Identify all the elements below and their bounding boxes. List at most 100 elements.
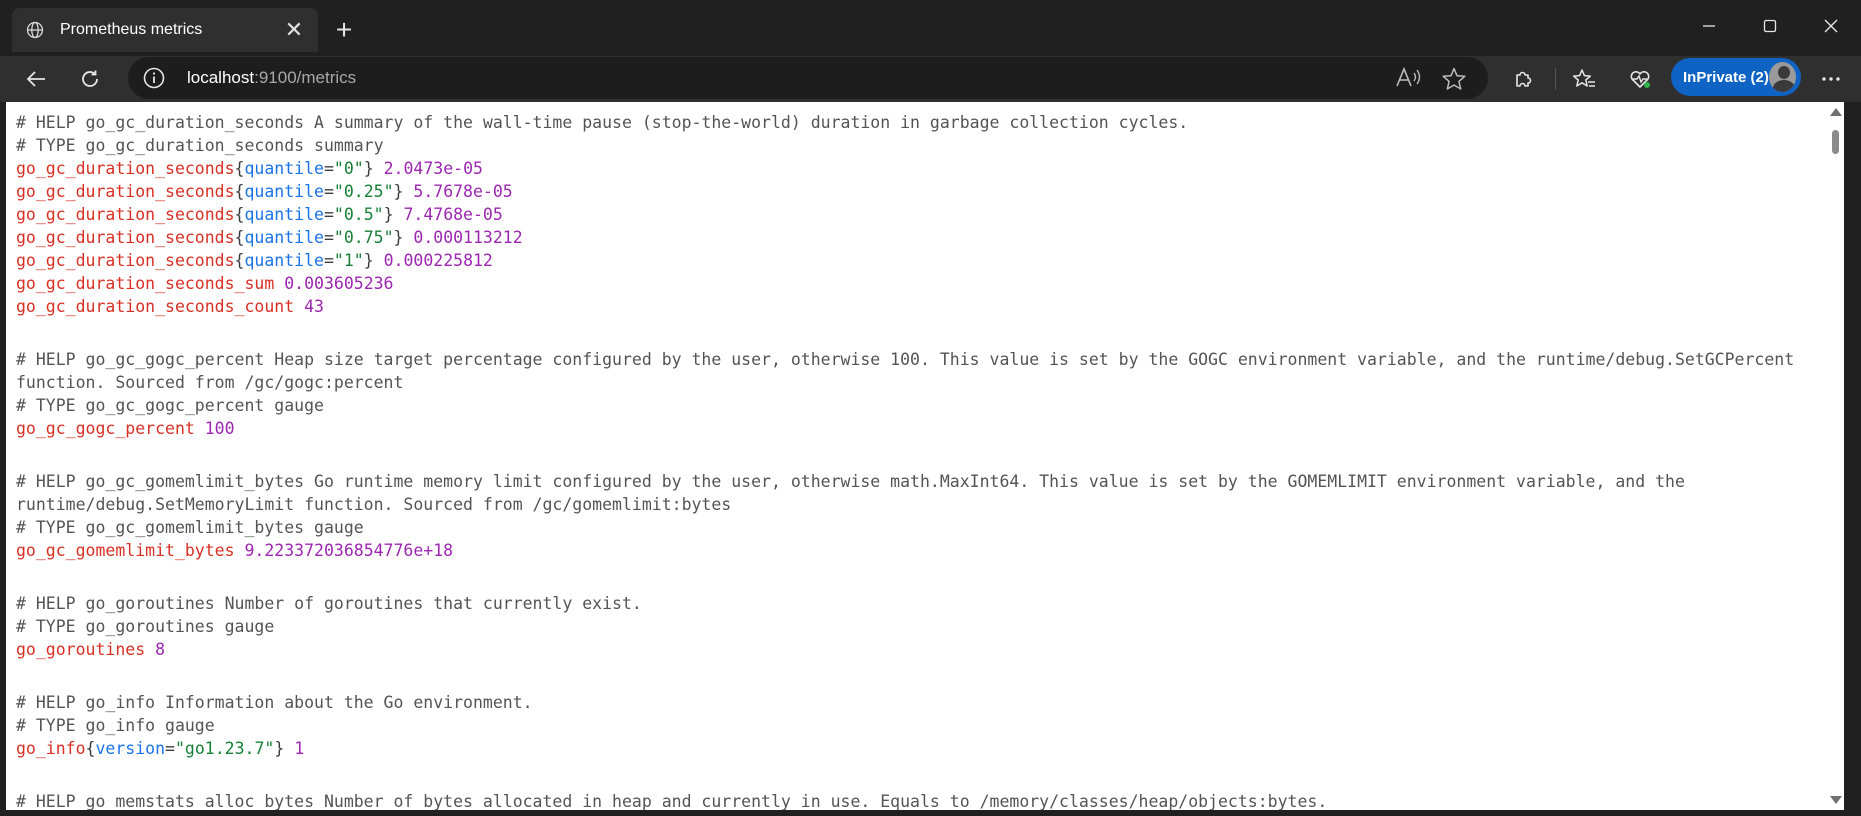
browser-toolbar: localhost:9100/metrics InPrivate (2) bbox=[0, 56, 1861, 102]
type-line: # TYPE go_info gauge bbox=[16, 716, 215, 735]
tab-title: Prometheus metrics bbox=[60, 21, 203, 38]
favorite-star-icon[interactable] bbox=[1441, 66, 1467, 92]
scrollbar-thumb[interactable] bbox=[1832, 130, 1839, 154]
metric-value: 8 bbox=[155, 640, 166, 659]
metric-value: 7.4768e-05 bbox=[403, 205, 503, 224]
refresh-icon bbox=[82, 70, 98, 87]
metric-name: go_gc_gomemlimit_bytes bbox=[16, 541, 235, 560]
label-value: "0.5" bbox=[333, 205, 384, 224]
metric-line: go_gc_gomemlimit_bytes 9.223372036854776… bbox=[16, 539, 1821, 562]
label-key: version bbox=[95, 739, 166, 758]
scroll-down-arrow-icon[interactable] bbox=[1830, 796, 1842, 804]
metric-name: go_gc_duration_seconds bbox=[16, 205, 235, 224]
avatar bbox=[1768, 62, 1796, 92]
metric-name: go_gc_duration_seconds bbox=[16, 159, 235, 178]
metric-line: go_gc_duration_seconds{quantile="0.75"} … bbox=[16, 228, 523, 247]
label-key: quantile bbox=[244, 159, 324, 178]
browser-window: Prometheus metrics ✕ + localhost:9100/me… bbox=[0, 0, 1861, 816]
metrics-text: # HELP go_gc_duration_seconds A summary … bbox=[6, 102, 1821, 810]
site-info-icon[interactable] bbox=[142, 66, 166, 90]
label-value: "0.75" bbox=[333, 228, 394, 247]
metric-line: go_gc_duration_seconds_sum 0.003605236 bbox=[16, 272, 1821, 295]
metric-value: 2.0473e-05 bbox=[383, 159, 483, 178]
label-value: "go1.23.7" bbox=[174, 739, 275, 758]
metric-line: go_info{version="go1.23.7"} 1 bbox=[16, 739, 305, 758]
heart-pulse-icon bbox=[1630, 70, 1650, 88]
inprivate-label: InPrivate (2) bbox=[1683, 68, 1769, 86]
url-host: localhost bbox=[187, 68, 255, 87]
label-key: quantile bbox=[244, 228, 324, 247]
close-window-button[interactable] bbox=[1800, 0, 1861, 52]
metric-line: go_gc_duration_seconds{quantile="0.25"} … bbox=[16, 182, 513, 201]
metric-value: 0.003605236 bbox=[284, 274, 394, 293]
metric-name: go_gc_duration_seconds bbox=[16, 228, 235, 247]
help-line: # HELP go_info Information about the Go … bbox=[16, 693, 533, 712]
read-aloud-icon[interactable] bbox=[1394, 65, 1422, 91]
browser-essentials-button[interactable] bbox=[1620, 59, 1660, 99]
metric-name: go_info bbox=[16, 739, 86, 758]
label-value: "1" bbox=[333, 251, 364, 270]
minimize-icon bbox=[1702, 25, 1715, 27]
extensions-button[interactable] bbox=[1504, 59, 1544, 99]
help-line: # HELP go_gc_gogc_percent Heap size targ… bbox=[16, 350, 1805, 392]
type-line: # TYPE go_goroutines gauge bbox=[16, 617, 275, 636]
vertical-scrollbar[interactable] bbox=[1827, 102, 1844, 810]
close-icon bbox=[1824, 19, 1837, 33]
refresh-button[interactable] bbox=[70, 59, 110, 99]
new-tab-button[interactable]: + bbox=[326, 12, 362, 48]
metric-line: go_gc_duration_seconds_count 43 bbox=[16, 295, 1821, 318]
settings-more-button[interactable] bbox=[1811, 59, 1851, 99]
metric-value: 1 bbox=[294, 739, 305, 758]
url-text[interactable]: localhost:9100/metrics bbox=[187, 68, 356, 88]
metric-line: go_gc_duration_seconds{quantile="0"} 2.0… bbox=[16, 159, 483, 178]
metric-value: 5.7678e-05 bbox=[413, 182, 513, 201]
maximize-button[interactable] bbox=[1739, 0, 1800, 52]
page-content: # HELP go_gc_duration_seconds A summary … bbox=[6, 102, 1844, 810]
metric-line: go_gc_duration_seconds{quantile="0.5"} 7… bbox=[16, 205, 503, 224]
address-bar[interactable]: localhost:9100/metrics bbox=[128, 57, 1488, 99]
back-arrow-icon bbox=[26, 71, 45, 87]
favorites-list-icon bbox=[1572, 69, 1595, 87]
metric-name: go_gc_duration_seconds bbox=[16, 182, 235, 201]
help-line: # HELP go_gc_duration_seconds A summary … bbox=[16, 113, 1189, 132]
type-line: # TYPE go_gc_duration_seconds summary bbox=[16, 136, 384, 155]
type-line: # TYPE go_gc_gomemlimit_bytes gauge bbox=[16, 518, 364, 537]
metric-value: 0.000113212 bbox=[413, 228, 523, 247]
puzzle-icon bbox=[1516, 71, 1532, 87]
metric-line: go_goroutines 8 bbox=[16, 638, 1821, 661]
back-button[interactable] bbox=[16, 59, 56, 99]
help-line: # HELP go_gc_gomemlimit_bytes Go runtime… bbox=[16, 472, 1695, 514]
help-line: # HELP go_goroutines Number of goroutine… bbox=[16, 594, 642, 613]
metric-value: 43 bbox=[304, 297, 324, 316]
metric-name: go_gc_duration_seconds_count bbox=[16, 297, 295, 316]
metric-line: go_gc_duration_seconds{quantile="1"} 0.0… bbox=[16, 251, 493, 270]
favorites-button[interactable] bbox=[1564, 59, 1604, 99]
metric-value: 0.000225812 bbox=[383, 251, 493, 270]
toolbar-separator bbox=[1555, 68, 1556, 90]
tab-strip: Prometheus metrics ✕ + bbox=[0, 0, 1861, 58]
metric-name: go_goroutines bbox=[16, 640, 146, 659]
label-key: quantile bbox=[244, 182, 324, 201]
globe-icon bbox=[26, 21, 44, 39]
url-path: :9100/metrics bbox=[254, 68, 357, 87]
help-line: # HELP go_memstats_alloc_bytes Number of… bbox=[16, 792, 1328, 810]
label-value: "0" bbox=[333, 159, 364, 178]
close-tab-icon[interactable]: ✕ bbox=[276, 12, 312, 48]
metric-value: 9.223372036854776e+18 bbox=[244, 541, 454, 560]
inprivate-profile-button[interactable]: InPrivate (2) bbox=[1671, 58, 1801, 96]
scroll-up-arrow-icon[interactable] bbox=[1830, 108, 1842, 116]
label-value: "0.25" bbox=[333, 182, 394, 201]
metric-name: go_gc_duration_seconds bbox=[16, 251, 235, 270]
type-line: # TYPE go_gc_gogc_percent gauge bbox=[16, 396, 324, 415]
metric-name: go_gc_duration_seconds_sum bbox=[16, 274, 275, 293]
label-key: quantile bbox=[244, 251, 324, 270]
maximize-icon bbox=[1763, 19, 1776, 33]
window-controls bbox=[1678, 0, 1861, 52]
metric-value: 100 bbox=[204, 419, 235, 438]
metric-name: go_gc_gogc_percent bbox=[16, 419, 195, 438]
label-key: quantile bbox=[244, 205, 324, 224]
metric-line: go_gc_gogc_percent 100 bbox=[16, 417, 1821, 440]
minimize-button[interactable] bbox=[1678, 0, 1739, 52]
tab-prometheus-metrics[interactable]: Prometheus metrics ✕ bbox=[12, 8, 318, 52]
more-dots-icon bbox=[1822, 77, 1840, 81]
